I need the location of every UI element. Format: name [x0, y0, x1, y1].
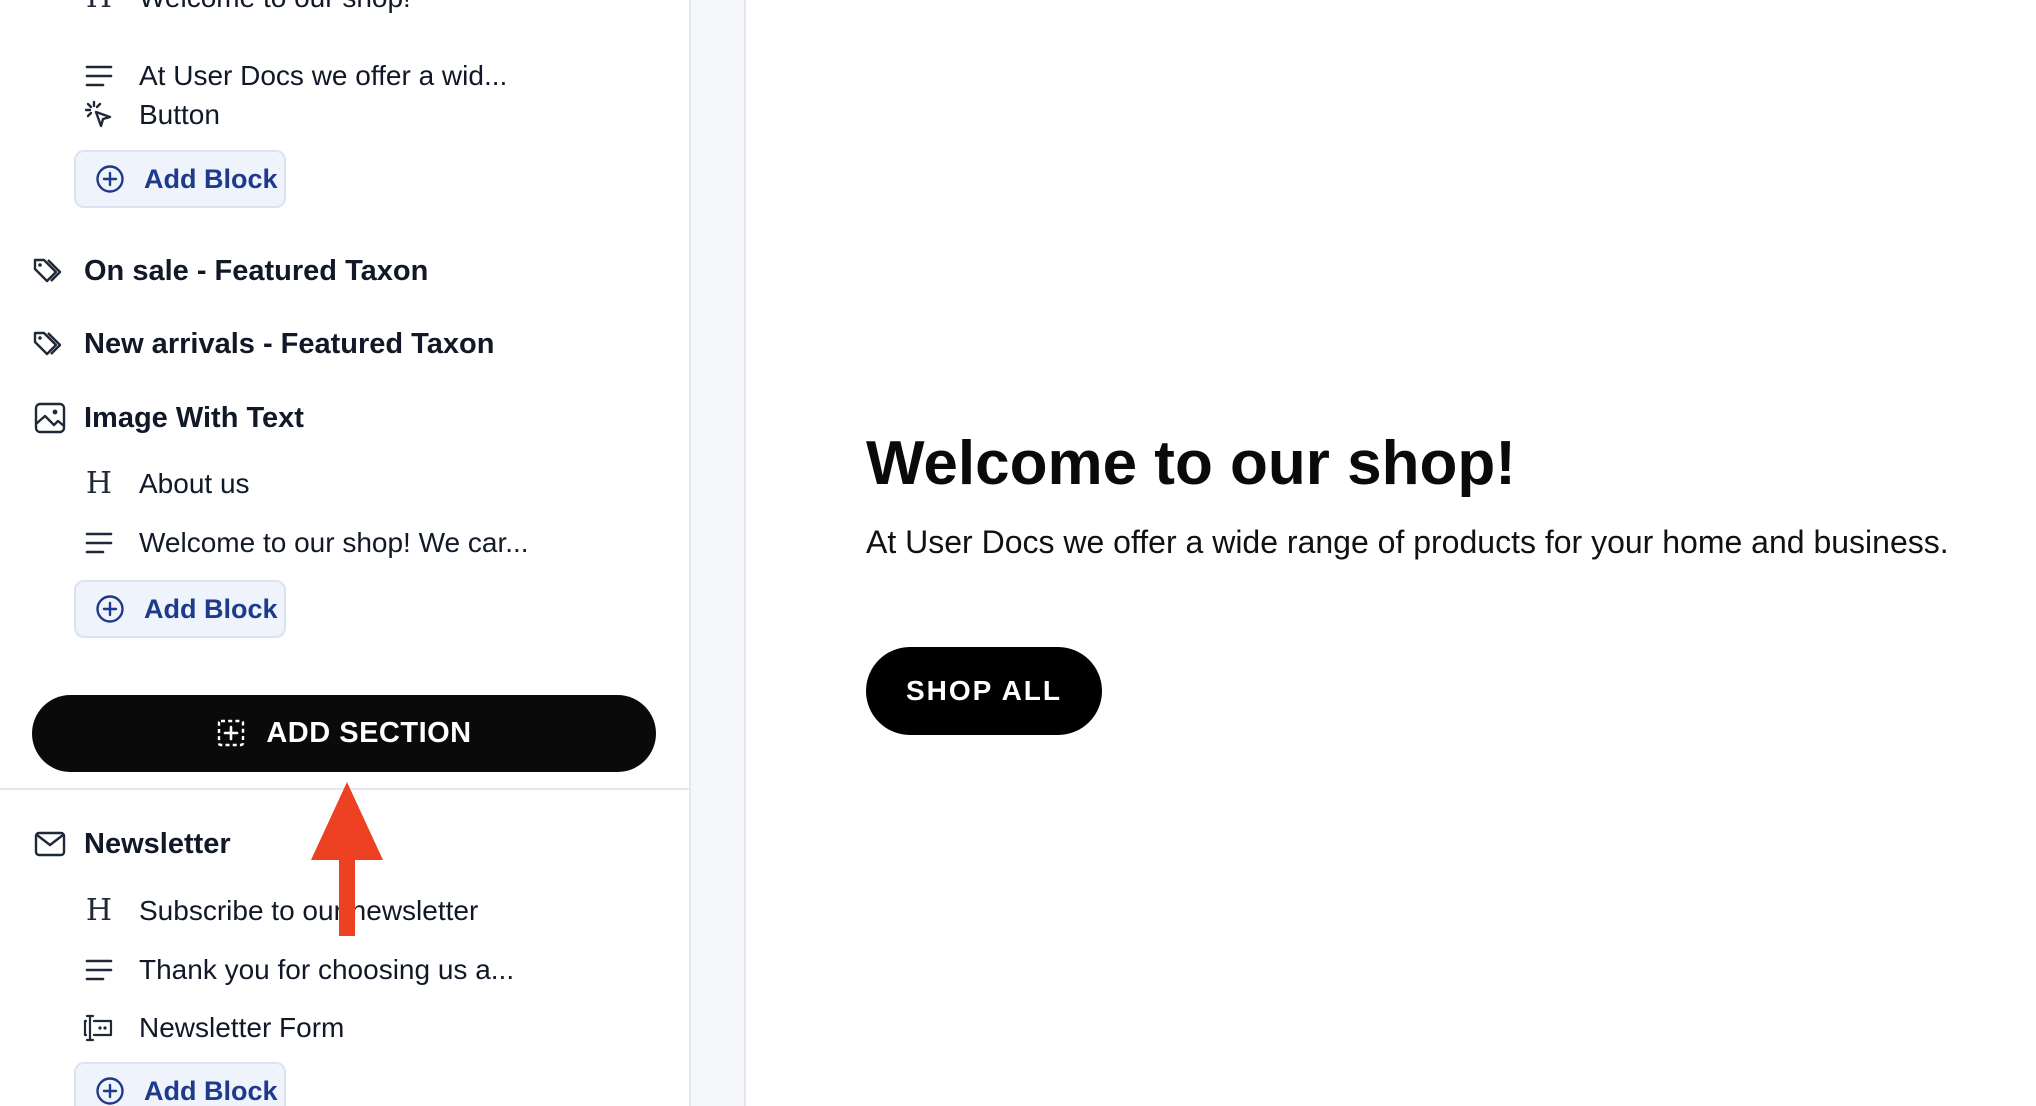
tag-icon — [32, 326, 68, 362]
block-row-text[interactable]: Welcome to our shop! We car... — [82, 523, 529, 563]
hero-text: At User Docs we offer a wide range of pr… — [866, 524, 1949, 560]
image-icon — [32, 400, 68, 436]
section-label: Newsletter — [84, 827, 231, 860]
block-label: Newsletter Form — [139, 1012, 345, 1043]
block-row-heading[interactable]: H Subscribe to our newsletter — [82, 891, 478, 931]
add-block-button[interactable]: Add Block — [74, 1062, 286, 1106]
heading-icon: H — [82, 0, 116, 15]
block-label: About us — [139, 468, 250, 499]
heading-icon: H — [85, 466, 113, 501]
tag-icon — [32, 253, 68, 289]
block-label: Thank you for choosing us a... — [139, 954, 515, 985]
block-label: At User Docs we offer a wid... — [139, 60, 508, 91]
section-row-on-sale[interactable]: On sale - Featured Taxon — [32, 249, 428, 293]
add-section-button[interactable]: ADD SECTION — [32, 695, 656, 772]
add-block-label: Add Block — [144, 593, 278, 624]
paragraph-icon — [82, 526, 116, 560]
block-label: Button — [139, 99, 220, 130]
add-block-label: Add Block — [144, 1075, 278, 1106]
block-label: Welcome to our shop! We car... — [139, 527, 529, 558]
section-row-new-arrivals[interactable]: New arrivals - Featured Taxon — [32, 322, 494, 366]
preview-gutter — [691, 0, 746, 1106]
section-row-newsletter[interactable]: Newsletter — [32, 822, 231, 866]
block-row-heading-partial[interactable]: H Welcome to our shop! — [82, 0, 411, 18]
section-label: Image With Text — [84, 401, 304, 434]
page-preview: Welcome to our shop! At User Docs we off… — [746, 0, 2036, 1106]
form-input-icon — [82, 1011, 116, 1045]
block-row-heading[interactable]: H About us — [82, 464, 250, 504]
section-row-image-with-text[interactable]: Image With Text — [32, 396, 304, 440]
add-block-label: Add Block — [144, 163, 278, 194]
block-row-button[interactable]: Button — [82, 95, 220, 135]
paragraph-icon — [82, 953, 116, 987]
click-icon — [82, 98, 116, 132]
block-row-text[interactable]: At User Docs we offer a wid... — [82, 56, 507, 96]
section-sidebar: H Welcome to our shop! At User Docs we o… — [0, 0, 691, 1106]
section-label: On sale - Featured Taxon — [84, 254, 429, 287]
paragraph-icon — [82, 59, 116, 93]
block-row-text[interactable]: Thank you for choosing us a... — [82, 950, 514, 990]
red-arrow-annotation — [311, 782, 383, 936]
shop-all-button[interactable]: SHOP ALL — [866, 647, 1102, 735]
block-row-form[interactable]: Newsletter Form — [82, 1008, 344, 1048]
plus-circle-icon — [94, 163, 126, 195]
add-block-button[interactable]: Add Block — [74, 580, 286, 638]
add-section-icon — [216, 718, 248, 750]
mail-icon — [32, 826, 68, 862]
plus-circle-icon — [94, 593, 126, 625]
hero-title: Welcome to our shop! — [866, 429, 1516, 498]
section-label: New arrivals - Featured Taxon — [84, 327, 495, 360]
block-label: Welcome to our shop! — [139, 0, 411, 14]
add-block-button[interactable]: Add Block — [74, 150, 286, 208]
heading-icon: H — [85, 893, 113, 928]
add-section-label: ADD SECTION — [266, 717, 472, 749]
plus-circle-icon — [94, 1075, 126, 1106]
